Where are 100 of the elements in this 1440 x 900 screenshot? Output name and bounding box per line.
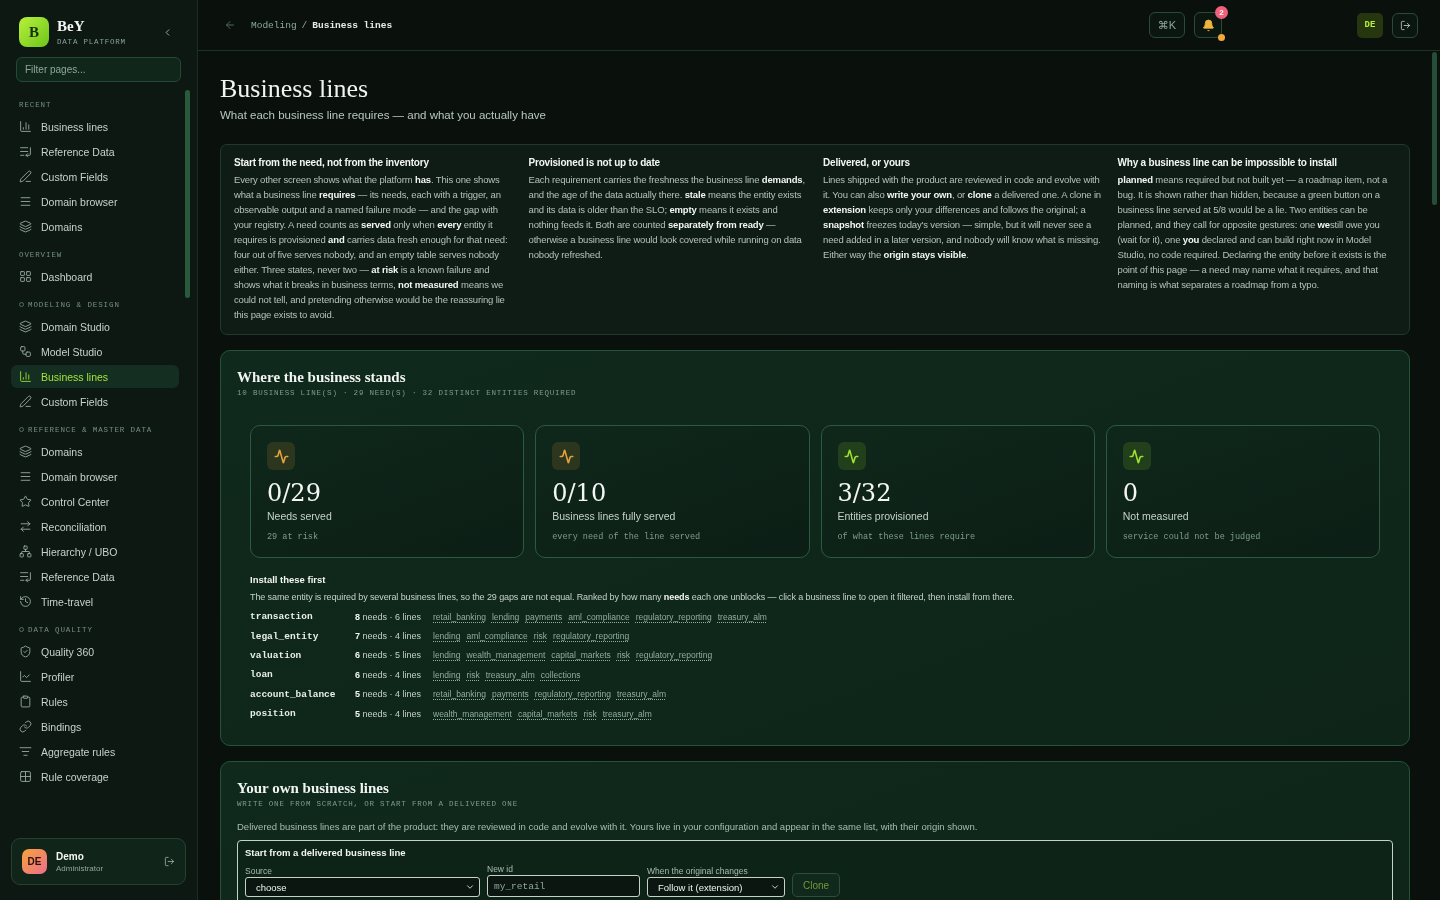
business-line-link[interactable]: aml_compliance <box>568 611 630 622</box>
sidebar-item[interactable]: Reconciliation <box>11 515 179 538</box>
sidebar-item[interactable]: Hierarchy / UBO <box>11 540 179 563</box>
sidebar-item[interactable]: Domains <box>11 440 179 463</box>
stat-label: Needs served <box>267 510 333 522</box>
business-line-link[interactable]: treasury_alm <box>602 708 652 719</box>
business-line-link[interactable]: risk <box>533 631 548 642</box>
business-line-link[interactable]: regulatory_reporting <box>553 631 630 642</box>
sidebar-item[interactable]: Bindings <box>11 715 179 738</box>
list-icon <box>19 570 32 583</box>
sidebar-item[interactable]: Rule coverage <box>11 765 179 788</box>
sidebar-item[interactable]: Profiler <box>11 665 179 688</box>
business-line-link[interactable]: lending <box>433 650 461 661</box>
hierarchy-icon <box>19 545 32 558</box>
page-title: Business lines <box>220 73 370 105</box>
command-button[interactable]: ⌘K <box>1149 12 1185 38</box>
business-line-link[interactable]: lending <box>433 669 461 680</box>
notifications-button[interactable] <box>1194 12 1222 38</box>
sidebar-item[interactable]: Custom Fields <box>11 165 179 188</box>
breadcrumb-link[interactable]: Modeling <box>251 19 297 31</box>
business-line-link[interactable]: aml_compliance <box>466 631 528 642</box>
business-line-link[interactable]: payments <box>491 689 529 700</box>
sidebar-item[interactable]: Business lines <box>11 115 179 138</box>
business-line-link[interactable]: payments <box>525 611 563 622</box>
stat-value: 0/29 <box>267 478 322 508</box>
breadcrumb-separator: / <box>301 19 308 31</box>
business-line-link[interactable]: regulatory_reporting <box>635 611 712 622</box>
business-line-link[interactable]: risk <box>466 669 480 680</box>
business-line-link[interactable]: treasury_alm <box>485 669 535 680</box>
clipboard-icon <box>19 695 32 708</box>
menu-icon <box>19 195 32 208</box>
stat-value: 3/32 <box>837 478 893 508</box>
field-label: New id <box>487 864 514 875</box>
stat-note: service could not be judged <box>1122 532 1262 542</box>
business-line-link[interactable]: regulatory_reporting <box>534 689 611 700</box>
business-line-link[interactable]: capital_markets <box>551 650 611 661</box>
business-line-link[interactable]: retail_banking <box>433 611 486 622</box>
form-title: Start from a delivered business line <box>245 847 407 859</box>
page-subtitle: What each business line requires — and what you actually have <box>220 109 547 121</box>
entity-name: loan <box>250 669 274 681</box>
sidebar-item[interactable]: Time-travel <box>11 590 179 613</box>
sidebar-item[interactable]: Reference Data <box>11 565 179 588</box>
stat-label: Business lines fully served <box>552 510 677 522</box>
breadcrumb-current: Business lines <box>312 19 393 31</box>
business-line-link[interactable]: capital_markets <box>517 708 578 719</box>
sidebar-item[interactable]: Model Studio <box>11 340 179 363</box>
sidebar-item[interactable]: Business lines <box>11 365 179 388</box>
business-line-link[interactable]: risk <box>583 708 597 719</box>
entity-name: valuation <box>250 649 303 661</box>
business-line-link[interactable]: risk <box>616 650 631 661</box>
stat-value: 0 <box>1122 478 1140 508</box>
info-text: Each requirement carries the freshness the business line demands, and the age of the data actually there. stale means the entity exists and its data is older than the SLO; empty means it exists and nothing feeds it. Both are counted separately from ready — otherwise a business line would look covered while running on data nobody refreshed. <box>528 173 806 262</box>
business-line-link[interactable]: treasury_alm <box>616 689 666 700</box>
sidebar-item[interactable]: Reference Data <box>11 140 179 163</box>
entity-name: transaction <box>250 611 314 623</box>
business-line-link[interactable]: treasury_alm <box>717 611 767 622</box>
avatar: DE <box>22 849 47 874</box>
sidebar-item[interactable]: Custom Fields <box>11 390 179 413</box>
input-field[interactable]: my_retail <box>487 875 640 898</box>
business-line-link[interactable]: regulatory_reporting <box>636 650 713 661</box>
sidebar-item[interactable]: Rules <box>11 690 179 713</box>
sidebar-item[interactable]: Domain Studio <box>11 315 179 338</box>
business-line-link[interactable]: retail_banking <box>433 689 486 700</box>
user-button[interactable]: DE <box>1357 12 1383 38</box>
needs-count: 6 needs · 5 lines <box>355 650 423 661</box>
stat-label: Not measured <box>1122 510 1190 522</box>
business-line-link[interactable]: lending <box>433 631 461 642</box>
sidebar-item[interactable]: Domain browser <box>11 465 179 488</box>
sidebar-item[interactable]: Domain browser <box>11 190 179 213</box>
stat-note: 29 at risk <box>267 532 319 542</box>
logout-icon[interactable] <box>164 856 175 867</box>
business-line-link[interactable]: lending <box>491 611 520 622</box>
filter-field[interactable]: Filter pages... <box>16 57 181 82</box>
layers-icon <box>19 320 32 333</box>
business-line-link[interactable]: collections <box>540 669 581 680</box>
info-title: Delivered, or yours <box>823 157 911 168</box>
sidebar-item[interactable]: Aggregate rules <box>11 740 179 763</box>
star-icon <box>19 495 32 508</box>
scrollbar-thumb[interactable] <box>185 90 190 298</box>
needs-count: 5 needs · 4 lines <box>355 689 423 700</box>
scrollbar-thumb[interactable] <box>1432 52 1437 205</box>
bar-chart-icon <box>19 120 32 133</box>
info-text: Lines shipped with the product are reviewed in code and evolve with it. You can also write your own, or clone a delivered one. A clone in extension keeps only your differences and follows the original; a snapshot freezes today's version — simple, but it will never see a need added in a later version, and nobody will know what is missing. Either way the origin stays visible. <box>823 173 1102 262</box>
back-arrow-icon[interactable] <box>224 19 236 31</box>
sidebar-item[interactable]: Control Center <box>11 490 179 513</box>
sidebar-item[interactable]: Quality 360 <box>11 640 179 663</box>
select-field[interactable]: Follow it (extension) <box>647 877 785 898</box>
list-icon <box>19 145 32 158</box>
select-field[interactable]: choose <box>245 877 480 898</box>
entity-name: account_balance <box>250 688 337 700</box>
entity-name: legal_entity <box>250 630 320 642</box>
sidebar-item[interactable]: Dashboard <box>11 265 179 288</box>
business-line-link[interactable]: wealth_management <box>466 650 546 661</box>
business-line-link[interactable]: wealth_management <box>433 708 512 719</box>
sidebar-item[interactable]: Domains <box>11 215 179 238</box>
menu-icon <box>19 470 32 483</box>
grid-icon <box>19 770 32 783</box>
logout-button[interactable] <box>1392 12 1418 38</box>
info-text: planned means required but not built yet — a roadmap item, not a bug. It is shown rather than hidden, because a green button on a business line served at 5/8 would be a lie. Two entities can be planned, and they call for opposite gestures: one westill owe you (wait for it), one you declared and can build right now in Model Studio, no code required. Declaring the entity before it exists is the point of this page — a need may name what it requires, and that naming is what separates a roadmap from a typo. <box>1117 173 1389 292</box>
bar-chart-icon <box>19 370 32 383</box>
